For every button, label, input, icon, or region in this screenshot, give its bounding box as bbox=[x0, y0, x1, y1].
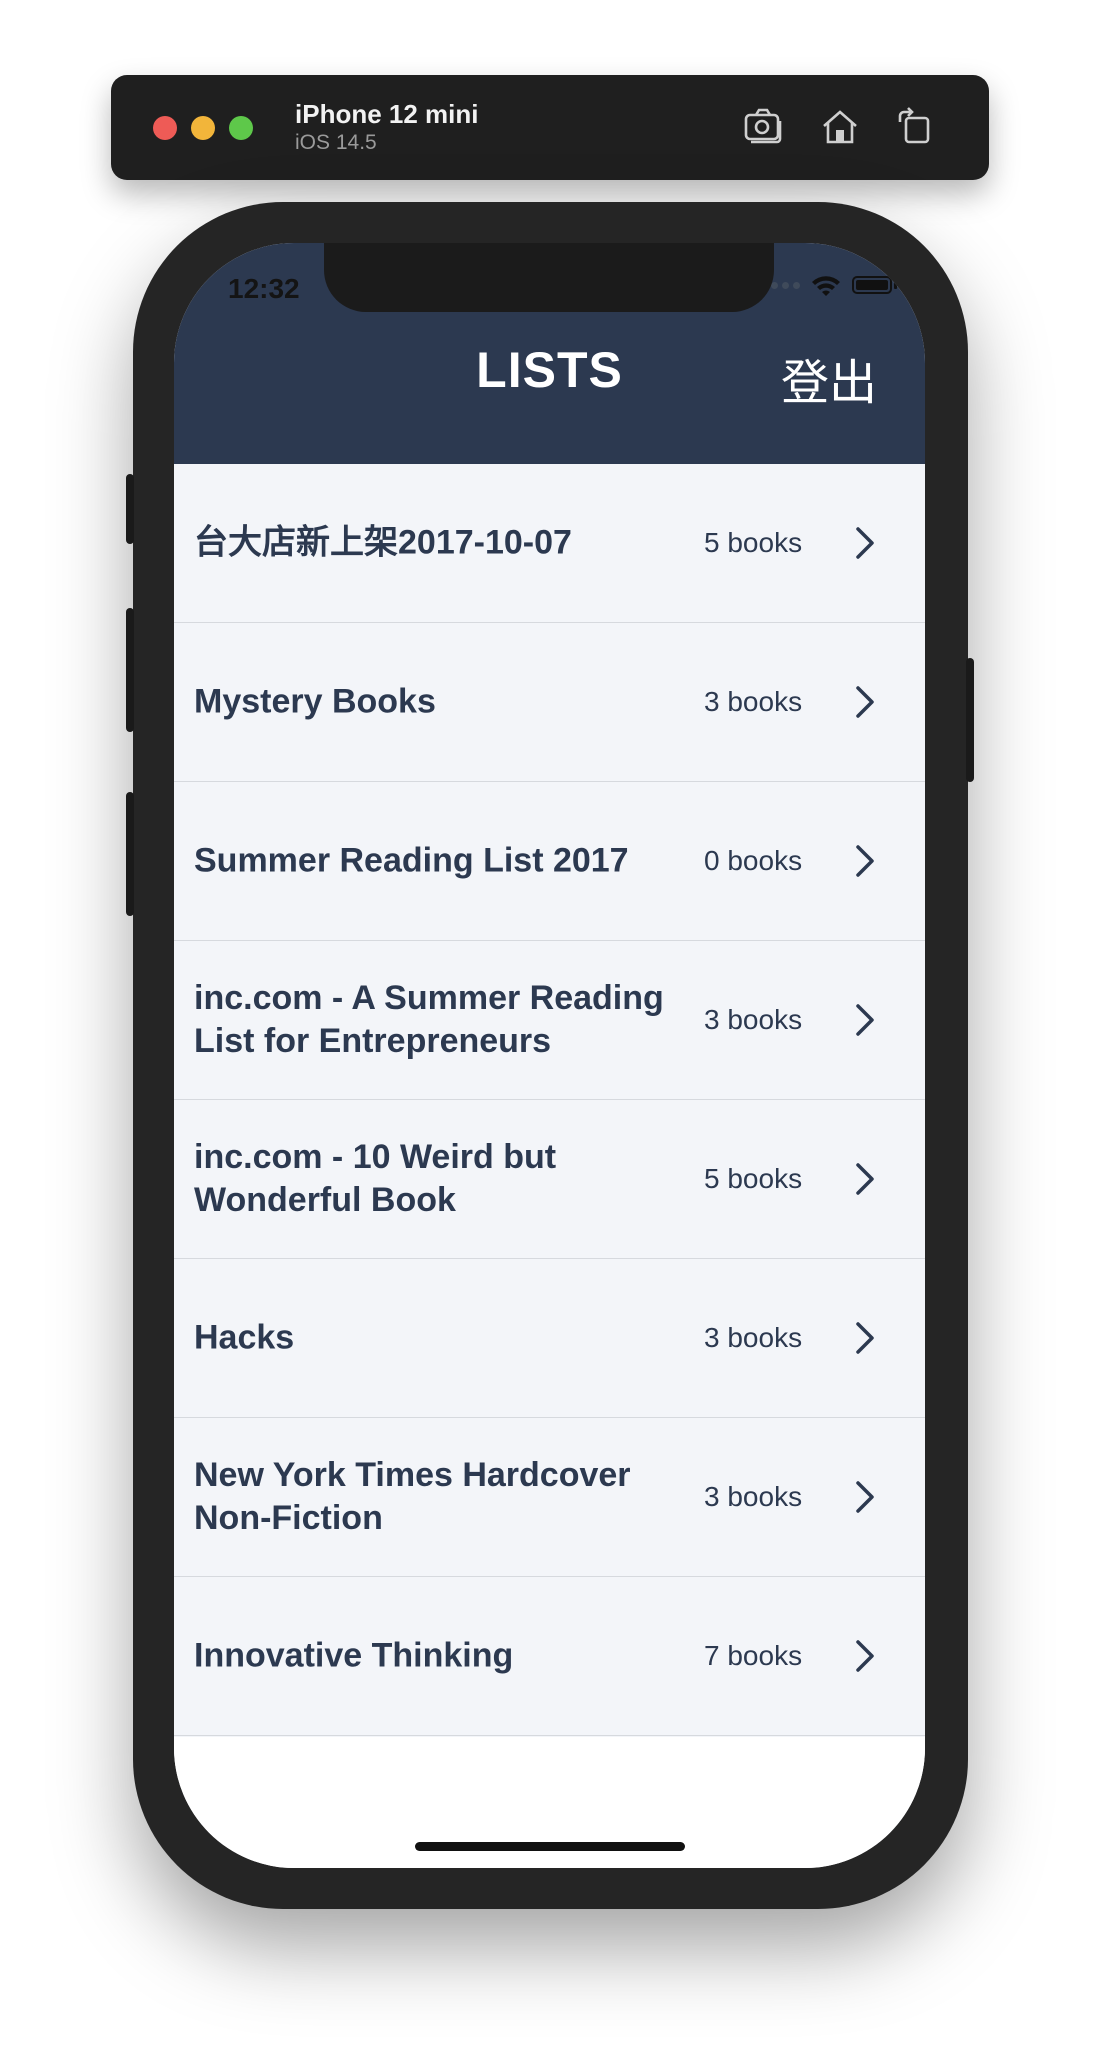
book-lists: 台大店新上架2017-10-07 5 books Mystery Books 3… bbox=[174, 464, 925, 1736]
logout-button[interactable]: 登出 bbox=[781, 343, 877, 413]
list-title: Hacks bbox=[194, 1318, 295, 1357]
list-item[interactable]: Innovative Thinking 7 books bbox=[174, 1577, 925, 1736]
list-item[interactable]: Hacks 3 books bbox=[174, 1259, 925, 1418]
list-title: Mystery Books bbox=[194, 682, 436, 721]
close-window-button[interactable] bbox=[153, 116, 177, 140]
battery-cap bbox=[894, 281, 897, 289]
os-version: iOS 14.5 bbox=[295, 131, 377, 154]
book-count: 3 books bbox=[704, 1004, 803, 1035]
list-item[interactable]: 台大店新上架2017-10-07 5 books bbox=[174, 464, 925, 623]
mute-switch bbox=[126, 474, 134, 544]
minimize-window-button[interactable] bbox=[191, 116, 215, 140]
chevron-right-icon bbox=[856, 1481, 874, 1513]
list-item[interactable]: inc.com - 10 Weird but Wonderful Book 5 … bbox=[174, 1100, 925, 1259]
book-count: 3 books bbox=[704, 1481, 803, 1512]
status-indicators bbox=[760, 273, 897, 297]
book-count: 3 books bbox=[704, 1322, 803, 1353]
list-title: Summer Reading List 2017 bbox=[194, 841, 629, 880]
status-time: 12:32 bbox=[228, 273, 300, 304]
volume-up-button bbox=[126, 608, 134, 732]
list-item[interactable]: Summer Reading List 2017 0 books bbox=[174, 782, 925, 941]
volume-down-button bbox=[126, 792, 134, 916]
zoom-window-button[interactable] bbox=[229, 116, 253, 140]
chevron-right-icon bbox=[856, 845, 874, 877]
home-indicator[interactable] bbox=[415, 1842, 685, 1851]
device-name: iPhone 12 mini bbox=[295, 99, 479, 129]
wifi-icon bbox=[812, 276, 840, 296]
book-count: 0 books bbox=[704, 845, 803, 876]
power-button bbox=[966, 658, 974, 782]
list-title: inc.com - A Summer Reading List for Entr… bbox=[194, 979, 664, 1060]
battery-icon bbox=[852, 276, 892, 294]
list-item[interactable]: New York Times Hardcover Non-Fiction 3 b… bbox=[174, 1418, 925, 1577]
phone-screen: 12:32 LISTS 登出 台大店新上架2017-10-07 5 books … bbox=[174, 243, 925, 1868]
list-item[interactable]: inc.com - A Summer Reading List for Entr… bbox=[174, 941, 925, 1100]
screenshot-icon[interactable] bbox=[739, 101, 789, 151]
book-count: 5 books bbox=[704, 527, 803, 558]
navigation-bar: 12:32 LISTS 登出 bbox=[174, 243, 925, 464]
book-count: 7 books bbox=[704, 1640, 803, 1671]
chevron-right-icon bbox=[856, 686, 874, 718]
simulator-title-bar: iPhone 12 mini iOS 14.5 bbox=[111, 75, 989, 180]
rotate-icon[interactable] bbox=[889, 101, 939, 151]
list-item[interactable]: Mystery Books 3 books bbox=[174, 623, 925, 782]
book-count: 5 books bbox=[704, 1163, 803, 1194]
chevron-right-icon bbox=[856, 1163, 874, 1195]
chevron-right-icon bbox=[856, 1322, 874, 1354]
list-title: inc.com - 10 Weird but Wonderful Book bbox=[194, 1138, 557, 1219]
chevron-right-icon bbox=[856, 1004, 874, 1036]
book-count: 3 books bbox=[704, 686, 803, 717]
list-title: Innovative Thinking bbox=[194, 1636, 514, 1675]
chevron-right-icon bbox=[856, 1640, 874, 1672]
notch bbox=[324, 243, 774, 312]
home-icon[interactable] bbox=[815, 101, 865, 151]
list-title: New York Times Hardcover Non-Fiction bbox=[194, 1456, 631, 1537]
chevron-right-icon bbox=[856, 527, 874, 559]
list-title: 台大店新上架2017-10-07 bbox=[194, 523, 572, 562]
